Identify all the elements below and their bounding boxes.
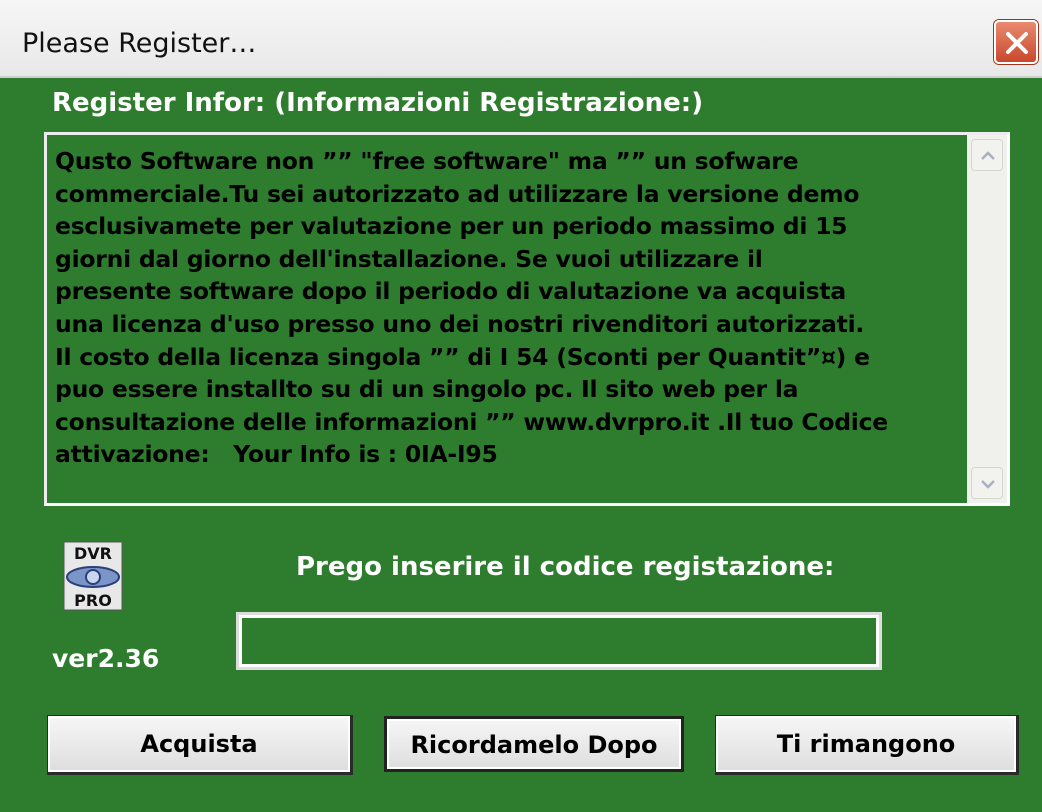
remaining-days-button[interactable]: Ti rimangono	[716, 716, 1016, 772]
dvr-pro-logo-icon: DVR PRO	[62, 540, 124, 612]
buy-button[interactable]: Acquista	[48, 716, 350, 772]
chevron-down-icon	[981, 480, 995, 489]
registration-code-label: Prego inserire il codice registazione:	[296, 552, 835, 582]
chevron-up-icon	[981, 151, 995, 160]
window-title: Please Register…	[22, 28, 257, 59]
title-bar[interactable]: Please Register…	[0, 0, 1042, 78]
logo-top-text: DVR	[74, 544, 112, 563]
register-info-textarea[interactable]: Qusto Software non ”” "free software" ma…	[44, 132, 1010, 506]
remind-later-button[interactable]: Ricordamelo Dopo	[384, 716, 684, 772]
vertical-scrollbar[interactable]	[967, 135, 1007, 503]
register-info-label: Register Infor: (Informazioni Registrazi…	[52, 88, 704, 118]
version-label: ver2.36	[52, 644, 160, 673]
register-dialog: Please Register… Register Infor: (Inform…	[0, 0, 1042, 812]
close-icon	[1006, 32, 1028, 54]
register-info-text: Qusto Software non ”” "free software" ma…	[55, 147, 888, 469]
logo-bottom-text: PRO	[74, 591, 112, 610]
scroll-down-button[interactable]	[971, 467, 1003, 499]
close-button[interactable]	[994, 20, 1038, 64]
scroll-up-button[interactable]	[971, 139, 1003, 171]
registration-code-input[interactable]	[236, 612, 882, 670]
